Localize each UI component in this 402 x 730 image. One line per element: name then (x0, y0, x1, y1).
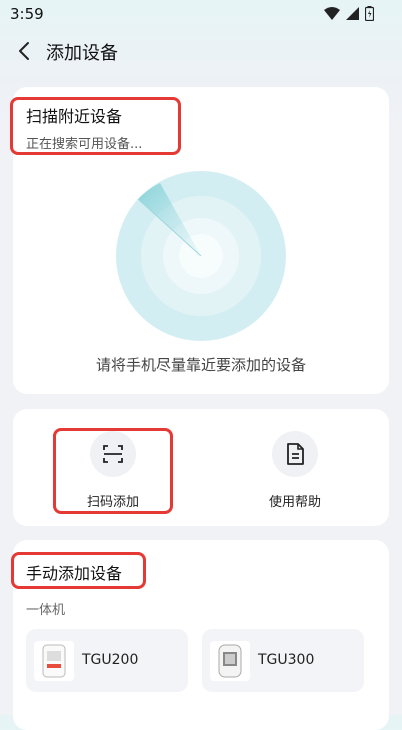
status-time: 3:59 (10, 5, 44, 23)
scan-add-icon-wrap (90, 431, 136, 477)
help-button[interactable]: 使用帮助 (235, 431, 355, 510)
device-name: TGU300 (258, 652, 315, 668)
radar-animation (116, 171, 286, 341)
device-image-icon (34, 641, 74, 681)
scan-add-label: 扫码添加 (86, 495, 139, 510)
scan-add-button[interactable]: 扫码添加 (53, 431, 173, 510)
scan-hint: 请将手机尽量靠近要添加的设备 (95, 356, 306, 374)
scan-frame-icon (103, 445, 123, 463)
help-icon-wrap (272, 431, 318, 477)
device-item-tgu300[interactable]: TGU300 (202, 629, 364, 692)
device-image-icon (210, 641, 250, 681)
manual-title: 手动添加设备 (26, 564, 123, 583)
battery-icon (365, 6, 374, 21)
manual-add-card: 手动添加设备 一体机 TGU200 TGU300 (11, 540, 389, 730)
actions-card: 扫码添加 使用帮助 (13, 409, 389, 526)
device-name: TGU200 (82, 652, 139, 668)
scan-status: 正在搜索可用设备... (26, 137, 143, 152)
help-label: 使用帮助 (268, 495, 321, 510)
device-group-label: 一体机 (26, 603, 66, 618)
scan-card: 扫描附近设备 正在搜索可用设备... 请将手机尽量靠近要添加的设备 (10, 87, 389, 394)
status-icons (324, 6, 374, 21)
top-nav: 添加设备 (0, 28, 402, 76)
page-title: 添加设备 (46, 43, 118, 64)
signal-icon (346, 7, 359, 20)
document-icon (287, 443, 304, 465)
status-bar: 3:59 (0, 0, 402, 28)
device-item-tgu200[interactable]: TGU200 (26, 629, 188, 692)
scan-title: 扫描附近设备 (26, 107, 123, 126)
wifi-icon (324, 7, 340, 20)
chevron-left-icon[interactable] (12, 38, 38, 64)
